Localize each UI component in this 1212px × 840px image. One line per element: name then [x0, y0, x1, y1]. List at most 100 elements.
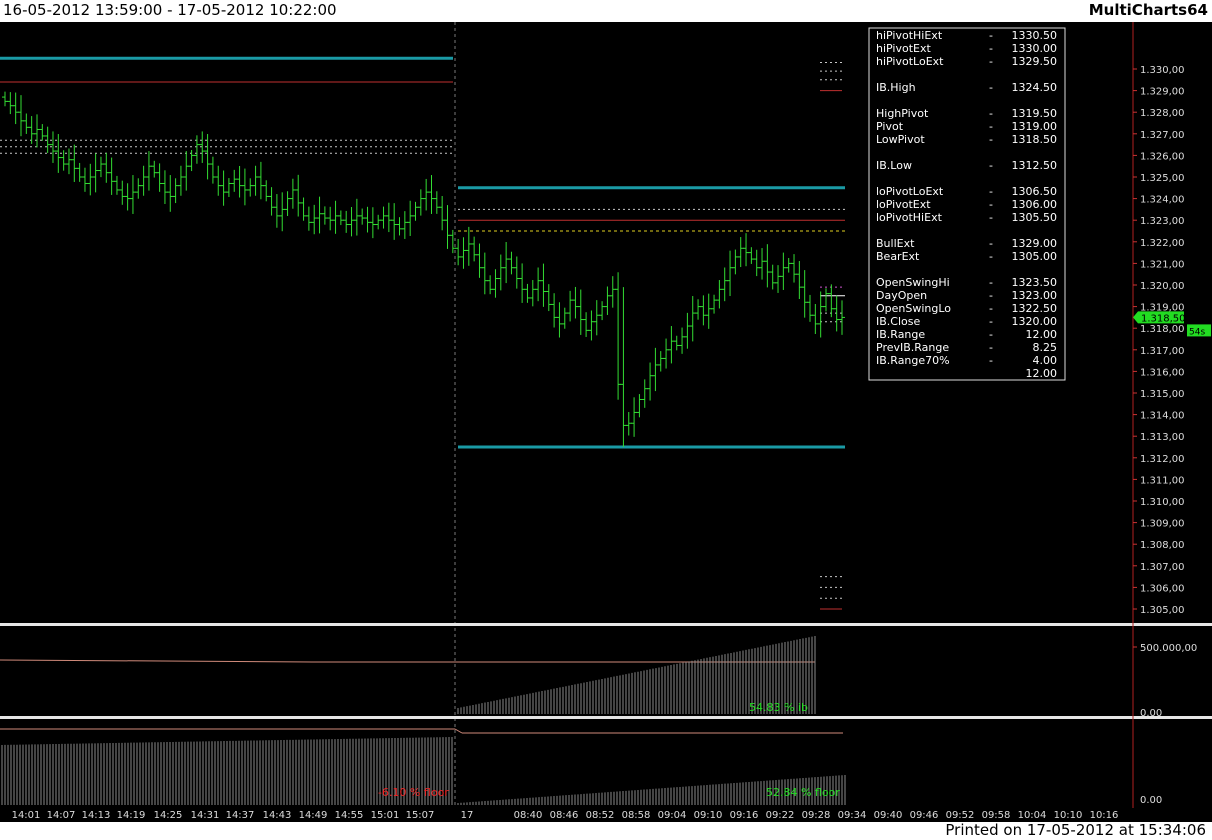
stats-label: OpenSwingLo: [876, 302, 951, 315]
time-axis-label: 10:16: [1090, 810, 1119, 821]
stats-value: 1319.00: [1012, 120, 1058, 133]
time-axis-label: 14:01: [12, 810, 41, 821]
price-axis-label: 1.313,00: [1140, 432, 1185, 443]
price-axis-label: 1.320,00: [1140, 281, 1185, 292]
stats-value: 1323.50: [1012, 276, 1058, 289]
stats-separator: -: [989, 276, 993, 289]
stats-value: 1320.00: [1012, 315, 1058, 328]
stats-separator: -: [989, 29, 993, 42]
stats-value: 8.25: [1033, 341, 1058, 354]
stats-value: 1319.50: [1012, 107, 1058, 120]
stats-label: Pivot: [876, 120, 904, 133]
stats-value: 1306.00: [1012, 198, 1058, 211]
sub2-axis-label-zero: 0.00: [1140, 795, 1162, 806]
time-axis-label: 08:40: [514, 810, 543, 821]
stats-separator: -: [989, 133, 993, 146]
time-axis-label: 14:19: [117, 810, 146, 821]
time-axis-label: 14:49: [299, 810, 328, 821]
stats-label: hiPivotLoExt: [876, 55, 944, 68]
stats-value: 1329.00: [1012, 237, 1058, 250]
time-axis-label: 09:34: [838, 810, 867, 821]
stats-separator: -: [989, 237, 993, 250]
price-axis-label: 1.322,00: [1140, 238, 1185, 249]
time-axis-label: 08:46: [550, 810, 579, 821]
print-footer: Printed on 17-05-2012 at 15:34:06: [945, 821, 1206, 839]
stats-separator: -: [989, 289, 993, 302]
time-axis-label: 08:58: [622, 810, 651, 821]
stats-separator: -: [989, 159, 993, 172]
stats-label: LowPivot: [876, 133, 925, 146]
stats-value: 4.00: [1033, 354, 1058, 367]
pane-separator-2: [0, 716, 1212, 719]
stats-separator: -: [989, 42, 993, 55]
price-axis-label: 1.307,00: [1140, 562, 1185, 573]
price-axis-label: 1.318,00: [1140, 324, 1185, 335]
time-axis-label: 10:04: [1018, 810, 1047, 821]
price-axis-label: 1.316,00: [1140, 367, 1185, 378]
stats-value: 1323.00: [1012, 289, 1058, 302]
price-axis-label: 1.314,00: [1140, 411, 1185, 422]
stats-value: 1322.50: [1012, 302, 1058, 315]
chart-title-bar: 16-05-2012 13:59:00 - 17-05-2012 10:22:0…: [0, 0, 1212, 22]
price-axis-label: 1.317,00: [1140, 346, 1185, 357]
stats-label: DayOpen: [876, 289, 927, 302]
sub1-axis-label-zero: 0.00: [1140, 708, 1162, 719]
chart-canvas[interactable]: 54.83 % ib -6.10 % floor 52.84 % floor 1.…: [0, 22, 1212, 822]
price-axis-label: 1.305,00: [1140, 605, 1185, 616]
stats-label: loPivotExt: [876, 198, 931, 211]
stats-separator: -: [989, 211, 993, 224]
date-range-title: 16-05-2012 13:59:00 - 17-05-2012 10:22:0…: [3, 1, 337, 19]
stats-label: hiPivotHiExt: [876, 29, 943, 42]
stats-label: PrevIB.Range: [876, 341, 949, 354]
stats-separator: -: [989, 328, 993, 341]
price-axis-label: 1.309,00: [1140, 519, 1185, 530]
stats-separator: -: [989, 302, 993, 315]
stats-value: 1305.00: [1012, 250, 1058, 263]
stats-separator: -: [989, 55, 993, 68]
bar-countdown-value: 54s: [1189, 327, 1205, 337]
price-axis-label: 1.328,00: [1140, 108, 1185, 119]
price-axis-label: 1.327,00: [1140, 130, 1185, 141]
stats-value: 12.00: [1026, 328, 1058, 341]
stats-separator: -: [989, 250, 993, 263]
price-axis-label: 1.311,00: [1140, 475, 1185, 486]
stats-value: 1330.50: [1012, 29, 1058, 42]
time-axis-label: 09:28: [802, 810, 831, 821]
stats-label: BullExt: [876, 237, 915, 250]
app-name: MultiCharts64: [1088, 1, 1208, 19]
sub1-axis-label-top: 500.000,00: [1140, 643, 1197, 654]
time-axis-label: 14:13: [82, 810, 111, 821]
stats-separator: -: [989, 81, 993, 94]
stats-label: hiPivotExt: [876, 42, 931, 55]
time-axis-label: 17: [461, 810, 474, 821]
stats-separator: -: [989, 107, 993, 120]
time-axis-label: 08:52: [586, 810, 615, 821]
sub1-percent-label: 54.83 % ib: [749, 701, 808, 714]
price-axis-label: 1.329,00: [1140, 87, 1185, 98]
sub2-left-label: -6.10 % floor: [378, 786, 449, 799]
time-axis-label: 09:46: [910, 810, 939, 821]
stats-label: IB.High: [876, 81, 916, 94]
price-axis-label: 1.330,00: [1140, 65, 1185, 76]
time-axis-label: 09:40: [874, 810, 903, 821]
stats-separator: -: [989, 354, 993, 367]
price-axis-label: 1.310,00: [1140, 497, 1185, 508]
price-axis-label: 1.312,00: [1140, 454, 1185, 465]
stats-separator: -: [989, 185, 993, 198]
time-axis-label: 09:04: [658, 810, 687, 821]
stats-value: 1306.50: [1012, 185, 1058, 198]
stats-label: HighPivot: [876, 107, 929, 120]
time-axis-label: 14:55: [335, 810, 364, 821]
stats-label: OpenSwingHi: [876, 276, 950, 289]
stats-value: 1324.50: [1012, 81, 1058, 94]
price-axis-label: 1.326,00: [1140, 151, 1185, 162]
stats-label: loPivotHiExt: [876, 211, 943, 224]
stats-label: loPivotLoExt: [876, 185, 944, 198]
sub2-right-label: 52.84 % floor: [766, 786, 840, 799]
price-axis-label: 1.325,00: [1140, 173, 1185, 184]
stats-label: IB.Close: [876, 315, 920, 328]
stats-separator: -: [989, 341, 993, 354]
stats-label: IB.Range70%: [876, 354, 950, 367]
time-axis-label: 14:31: [191, 810, 220, 821]
price-axis-label: 1.306,00: [1140, 583, 1185, 594]
